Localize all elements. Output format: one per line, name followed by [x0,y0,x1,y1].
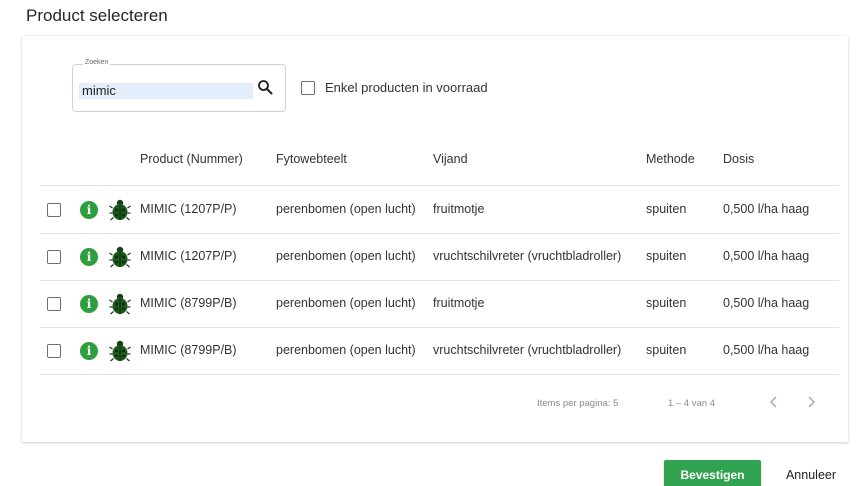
items-per-page-value[interactable]: 5 [613,398,618,409]
column-header-pest: Vijand [433,152,468,166]
ladybug-icon [109,340,131,362]
table-row[interactable]: i MIMIC (8799P/B) perenbomen (open lucht… [40,281,839,327]
header-divider [40,185,839,186]
dialog-title: Product selecteren [26,6,168,25]
cell-crop: perenbomen (open lucht) [276,249,416,263]
items-per-page-label: Items per pagina: [537,398,611,409]
column-header-product: Product (Nummer) [140,152,243,166]
cancel-button[interactable]: Annuleer [776,460,846,486]
column-header-crop: Fytowebteelt [276,152,347,166]
items-per-page[interactable]: Items per pagina: 5 [537,398,618,409]
table-row[interactable]: i MIMIC (8799P/B) perenbomen (open lucht… [40,328,839,374]
cell-pest: fruitmotje [433,202,485,216]
row-divider [40,374,839,375]
info-icon[interactable]: i [80,248,98,266]
cell-crop: perenbomen (open lucht) [276,296,416,310]
cell-method: spuiten [646,249,687,263]
chevron-left-icon[interactable] [766,394,782,410]
cell-method: spuiten [646,202,687,216]
stock-filter[interactable]: Enkel producten in voorraad [301,80,488,95]
info-icon[interactable]: i [80,342,98,360]
info-icon[interactable]: i [80,295,98,313]
confirm-button[interactable]: Bevestigen [664,460,761,486]
ladybug-icon [109,246,131,268]
chevron-right-icon[interactable] [803,394,819,410]
column-header-method: Methode [646,152,695,166]
stock-filter-label: Enkel producten in voorraad [325,80,488,95]
ladybug-icon [109,293,131,315]
row-checkbox[interactable] [47,203,61,217]
cell-method: spuiten [646,343,687,357]
search-input[interactable]: mimic [79,83,253,99]
cell-pest: fruitmotje [433,296,485,310]
column-header-dose: Dosis [723,152,755,166]
cell-dose: 0,500 l/ha haag [723,249,810,263]
table-row[interactable]: i MIMIC (1207P/P) perenbomen (open lucht… [40,187,839,233]
table-row[interactable]: i MIMIC (1207P/P) perenbomen (open lucht… [40,234,839,280]
cell-dose: 0,500 l/ha haag [723,202,810,216]
cell-dose: 0,500 l/ha haag [723,296,810,310]
cell-product: MIMIC (1207P/P) [140,202,237,216]
cell-pest: vruchtschilvreter (vruchtbladroller) [433,249,622,263]
info-icon[interactable]: i [80,201,98,219]
cell-product: MIMIC (8799P/B) [140,343,237,357]
cell-method: spuiten [646,296,687,310]
search-icon[interactable] [257,79,273,95]
row-checkbox[interactable] [47,344,61,358]
ladybug-icon [109,199,131,221]
search-field[interactable]: Zoeken mimic [72,59,286,112]
cell-product: MIMIC (8799P/B) [140,296,237,310]
cell-crop: perenbomen (open lucht) [276,343,416,357]
cell-crop: perenbomen (open lucht) [276,202,416,216]
row-checkbox[interactable] [47,297,61,311]
stock-filter-checkbox[interactable] [301,80,315,95]
cell-dose: 0,500 l/ha haag [723,343,810,357]
cell-pest: vruchtschilvreter (vruchtbladroller) [433,343,622,357]
row-checkbox[interactable] [47,250,61,264]
search-legend: Zoeken [83,59,111,66]
page-range: 1 – 4 van 4 [668,398,716,409]
cell-product: MIMIC (1207P/P) [140,249,237,263]
